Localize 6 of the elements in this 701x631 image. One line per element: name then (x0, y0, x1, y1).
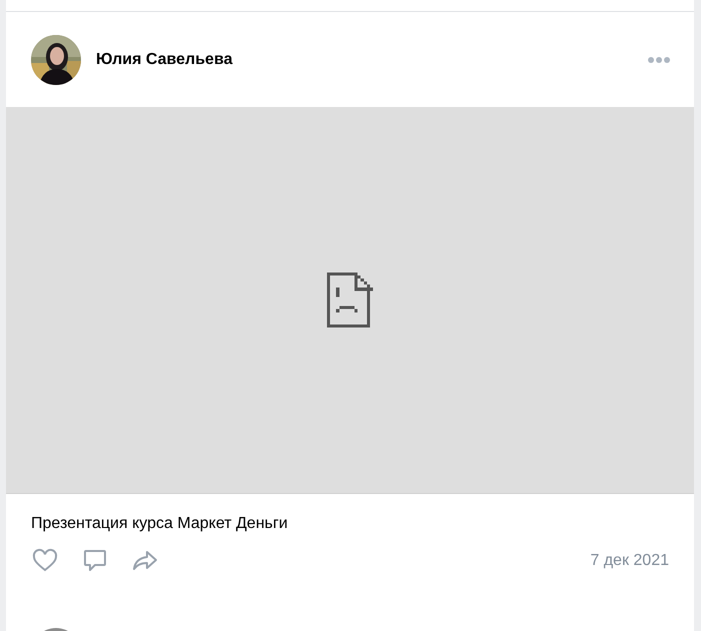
broken-file-icon (327, 272, 373, 328)
author-name[interactable]: Юлия Савельева (96, 50, 633, 68)
heart-icon[interactable] (32, 548, 58, 574)
comment-icon[interactable] (82, 548, 108, 574)
more-icon[interactable] (648, 56, 670, 62)
post-caption: Презентация курса Маркет Деньги (30, 514, 289, 534)
